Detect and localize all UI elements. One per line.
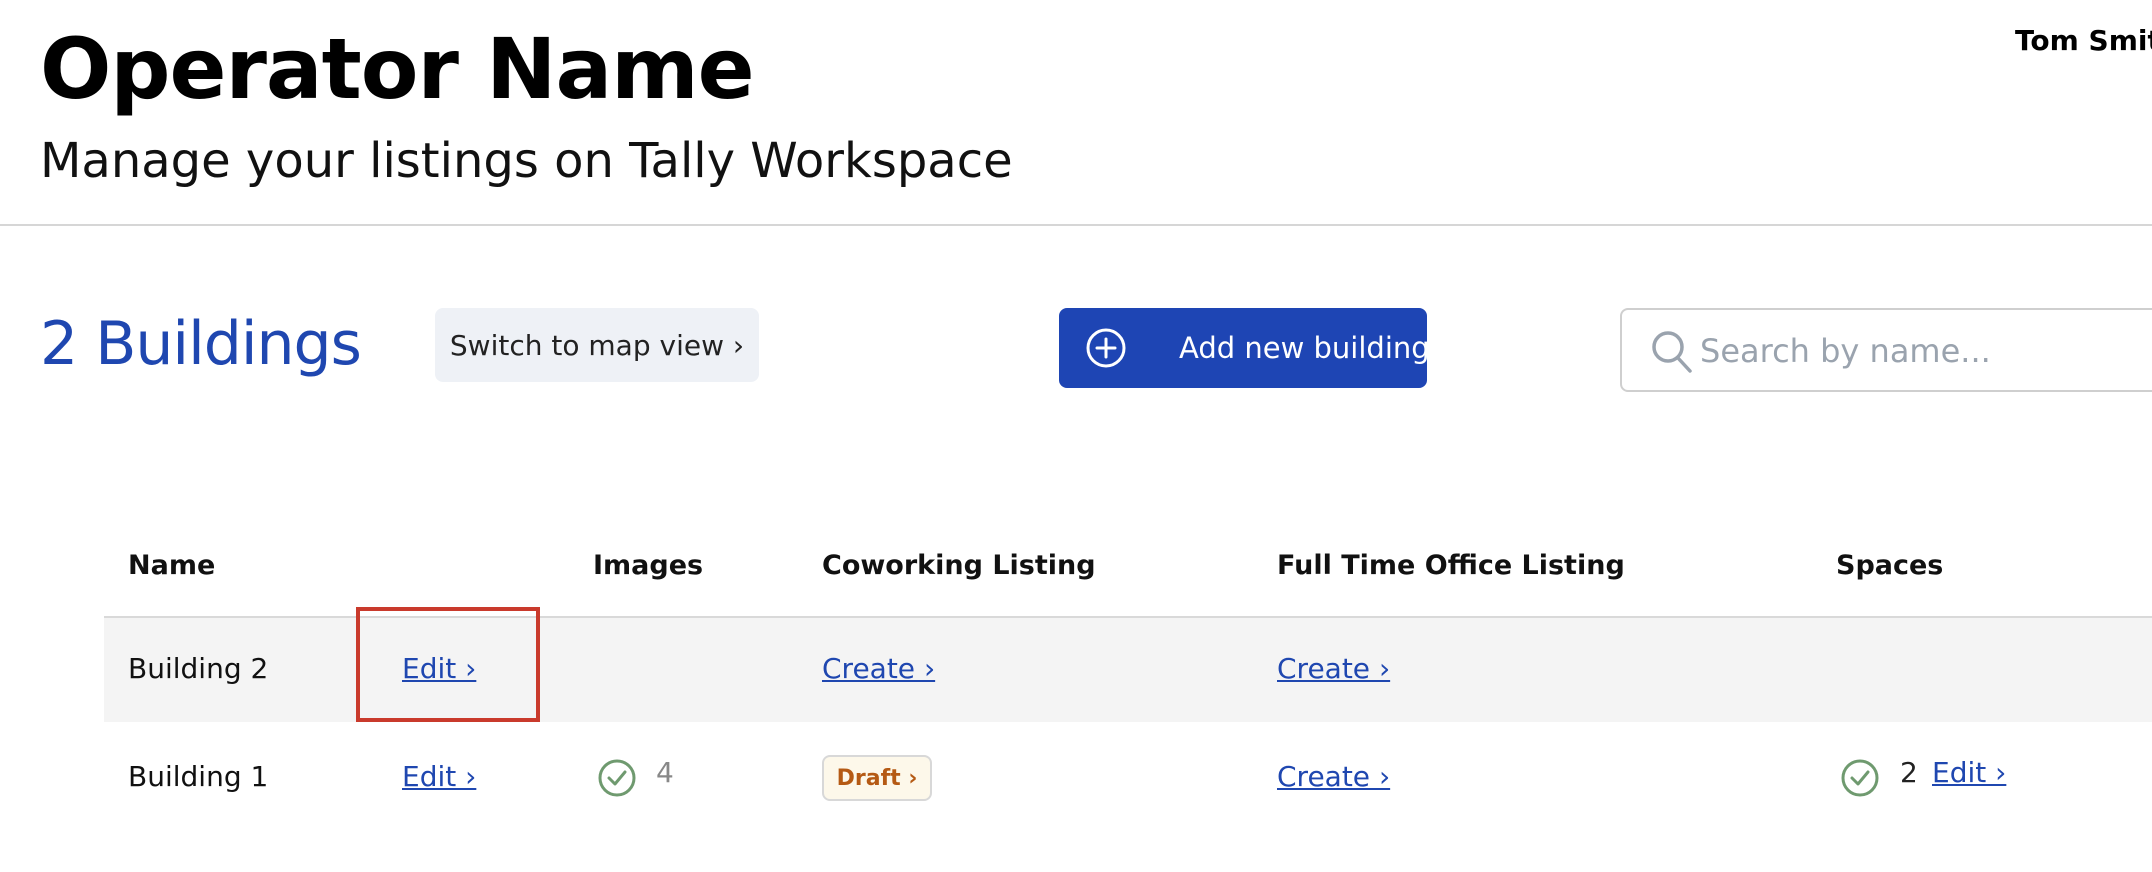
add-building-label: Add new building — [1179, 331, 1430, 365]
page-subtitle: Manage your listings on Tally Workspace — [40, 133, 1013, 189]
building-count: 2 Buildings — [40, 309, 362, 379]
column-header-full-time-office-listing: Full Time Office Listing — [1277, 550, 1625, 581]
column-header-images: Images — [593, 550, 704, 581]
column-header-coworking-listing: Coworking Listing — [822, 550, 1096, 581]
user-menu[interactable]: Tom Smith — [2015, 24, 2152, 57]
edit-spaces-link[interactable]: Edit › — [1932, 756, 2006, 789]
page-title: Operator Name — [40, 20, 755, 118]
column-header-spaces: Spaces — [1836, 550, 1944, 581]
search-input[interactable] — [1700, 324, 2140, 378]
plus-circle-icon — [1086, 328, 1126, 368]
check-circle-icon — [1841, 759, 1879, 797]
search-box[interactable] — [1620, 308, 2152, 392]
image-count: 4 — [656, 756, 674, 789]
create-full-time-office-listing-link[interactable]: Create › — [1277, 652, 1390, 685]
page-header: Operator Name Manage your listings on Ta… — [0, 0, 2152, 226]
check-circle-icon — [598, 759, 636, 797]
column-header-name: Name — [128, 550, 216, 581]
create-full-time-office-listing-link[interactable]: Create › — [1277, 760, 1390, 793]
create-coworking-listing-link[interactable]: Create › — [822, 652, 935, 685]
building-name: Building 1 — [128, 760, 269, 793]
highlight-box — [356, 607, 540, 722]
draft-status-badge[interactable]: Draft › — [822, 755, 932, 801]
edit-building-link[interactable]: Edit › — [402, 760, 476, 793]
switch-map-view-button[interactable]: Switch to map view › — [435, 308, 759, 382]
building-name: Building 2 — [128, 652, 269, 685]
search-icon — [1652, 331, 1692, 373]
add-building-button[interactable]: Add new building — [1059, 308, 1430, 388]
spaces-count: 2 — [1900, 756, 1918, 789]
